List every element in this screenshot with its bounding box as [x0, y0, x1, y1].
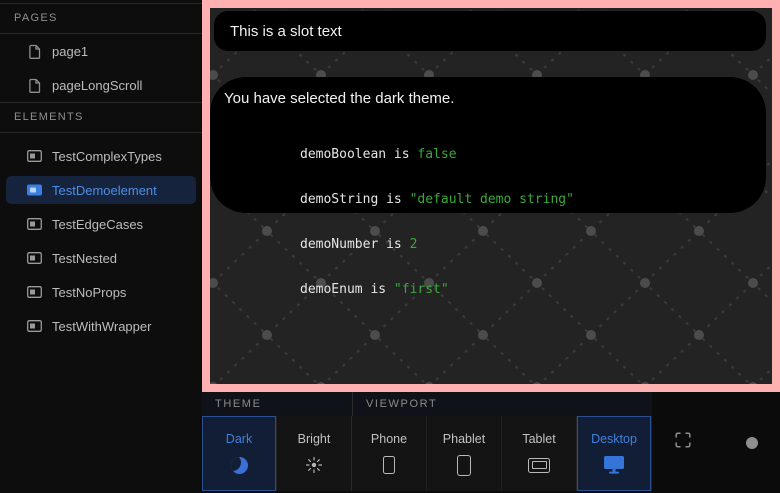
element-icon [26, 286, 42, 298]
theme-button-label: Bright [298, 432, 331, 446]
page-icon [26, 78, 42, 93]
element-icon [26, 252, 42, 264]
sidebar-item-page1[interactable]: page1 [6, 34, 196, 68]
record-circle-icon[interactable] [746, 437, 758, 449]
viewport-button-label: Phone [371, 432, 407, 446]
sidebar-item-label: pageLongScroll [52, 78, 142, 93]
phablet-icon [457, 455, 471, 475]
code-value: 2 [410, 237, 418, 252]
element-icon [26, 184, 42, 196]
code-value: "default demo string" [410, 192, 574, 207]
sidebar-item-pagelongscroll[interactable]: pageLongScroll [6, 68, 196, 102]
code-line: demoString is "default demo string" [300, 192, 766, 207]
sidebar-item-label: TestNested [52, 251, 117, 266]
code-value: false [417, 147, 456, 162]
sidebar-item-testwithwrapper[interactable]: TestWithWrapper [6, 309, 196, 343]
sidebar-item-label: page1 [52, 44, 88, 59]
viewport-button-label: Desktop [591, 432, 637, 446]
viewport-tablet-button[interactable]: Tablet [502, 416, 577, 491]
phone-icon [383, 455, 395, 475]
element-icon [26, 218, 42, 230]
slot-text-box: This is a slot text [214, 11, 766, 51]
code-value: "first" [394, 282, 449, 297]
theme-button-label: Dark [226, 432, 252, 446]
viewport-button-label: Tablet [522, 432, 555, 446]
toolbar-right-zone [652, 392, 780, 493]
sun-icon [305, 455, 323, 475]
page-icon [26, 44, 42, 59]
viewport-button-label: Phablet [443, 432, 485, 446]
theme-message: You have selected the dark theme. [224, 90, 766, 107]
theme-demo-box: You have selected the dark theme. demoBo… [210, 77, 766, 213]
viewport-group-header: VIEWPORT [352, 392, 652, 416]
theme-bright-button[interactable]: Bright [277, 416, 352, 491]
element-icon [26, 320, 42, 332]
moon-icon [231, 455, 248, 475]
sidebar-item-testedgecases[interactable]: TestEdgeCases [6, 207, 196, 241]
demo-props-code: demoBoolean is false demoString is "defa… [300, 117, 766, 327]
fullscreen-icon[interactable] [675, 432, 691, 453]
sidebar-item-label: TestWithWrapper [52, 319, 151, 334]
sidebar: PAGES page1 pageLongScroll ELEMENTS Test… [0, 0, 202, 493]
sidebar-item-testnested[interactable]: TestNested [6, 241, 196, 275]
element-icon [26, 150, 42, 162]
theme-dark-button[interactable]: Dark [202, 416, 277, 491]
desktop-icon [604, 455, 624, 475]
sidebar-item-label: TestNoProps [52, 285, 126, 300]
sidebar-item-label: TestComplexTypes [52, 149, 162, 164]
tablet-icon [528, 455, 550, 475]
viewport-phone-button[interactable]: Phone [352, 416, 427, 491]
sidebar-item-testdemoelement[interactable]: TestDemoelement [6, 176, 196, 204]
pages-section-header: PAGES [0, 4, 202, 33]
viewport-desktop-button[interactable]: Desktop [577, 416, 652, 491]
sidebar-item-testcomplextypes[interactable]: TestComplexTypes [6, 139, 196, 173]
preview-frame: This is a slot text You have selected th… [202, 0, 780, 392]
bottom-toolbar: THEME VIEWPORT Dark Bright [202, 392, 780, 493]
code-line: demoEnum is "first" [300, 282, 766, 297]
slot-text: This is a slot text [230, 23, 342, 40]
sidebar-item-label: TestEdgeCases [52, 217, 143, 232]
sidebar-item-testnoprops[interactable]: TestNoProps [6, 275, 196, 309]
code-line: demoBoolean is false [300, 147, 766, 162]
elements-section-header: ELEMENTS [0, 103, 202, 132]
preview-canvas: This is a slot text You have selected th… [210, 8, 772, 384]
viewport-phablet-button[interactable]: Phablet [427, 416, 502, 491]
code-line: demoNumber is 2 [300, 237, 766, 252]
sidebar-item-label: TestDemoelement [52, 183, 157, 198]
theme-group-header: THEME [202, 392, 352, 416]
